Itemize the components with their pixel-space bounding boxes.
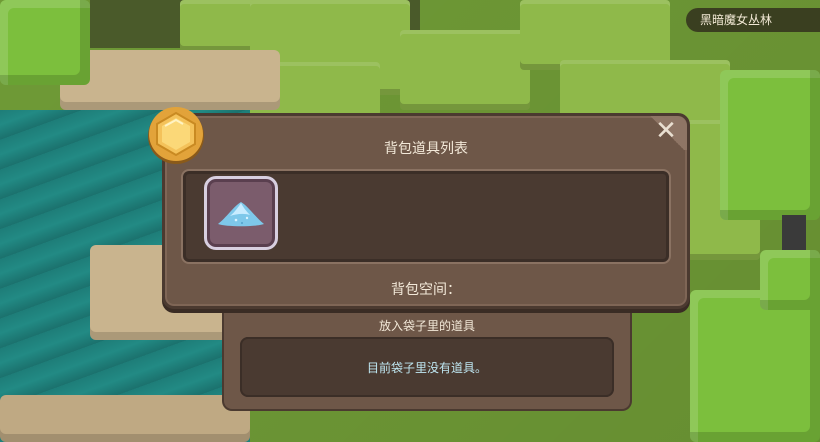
dirt-path (0, 395, 250, 442)
grass-block (400, 30, 530, 110)
item-slot[interactable] (204, 176, 278, 250)
backpack-panel: ✕ 背包道具列表 背包空间： (162, 113, 690, 309)
tree-canopy (720, 70, 820, 220)
backpack-panel-title: 背包道具列表 (384, 141, 468, 157)
location-label: 黑暗魔女丛林 (686, 8, 820, 32)
bag-panel-title: 放入袋子里的道具 (378, 319, 475, 333)
gold-coin-icon (148, 107, 204, 164)
powder-pile-icon (218, 202, 264, 227)
backpack-space-label: 背包空间： (391, 282, 461, 298)
tree-canopy (760, 250, 820, 310)
backpack-item-list (181, 169, 671, 264)
dirt-path (60, 50, 280, 110)
tree-canopy (690, 290, 820, 442)
bag-empty-message: 目前袋子里没有道具。 (366, 361, 487, 375)
bag-panel: 放入袋子里的道具 目前袋子里没有道具。 (222, 309, 632, 411)
bag-item-area: 目前袋子里没有道具。 (240, 337, 614, 397)
tree-canopy (0, 0, 90, 85)
